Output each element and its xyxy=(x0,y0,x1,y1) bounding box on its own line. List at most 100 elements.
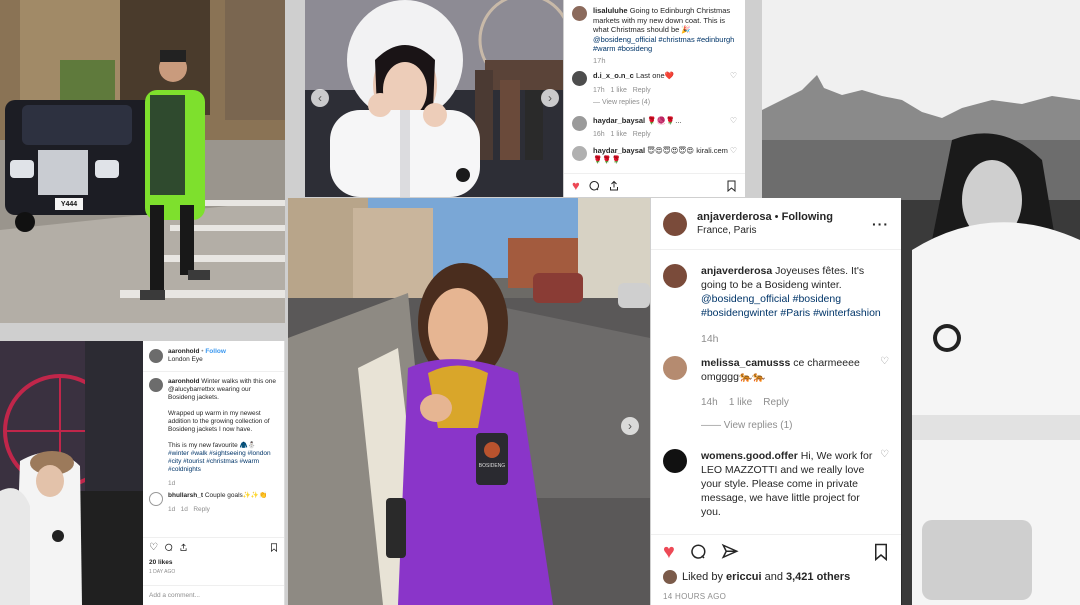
reply-button[interactable]: Reply xyxy=(193,506,210,513)
caption-username[interactable]: anjaverderosa xyxy=(701,265,772,277)
post-c-card: anjaverderosa • Following France, Paris … xyxy=(651,198,901,605)
post-username[interactable]: aaronhold xyxy=(168,348,199,355)
reply-button[interactable]: Reply xyxy=(633,87,651,94)
avatar[interactable] xyxy=(149,349,163,363)
avatar[interactable] xyxy=(663,449,687,473)
action-bar: ♥ xyxy=(651,534,901,568)
comment: d.i_x_o.n_c Last one❤️ 17h 1 like Reply … xyxy=(564,65,745,108)
bookmark-icon[interactable] xyxy=(270,543,278,552)
comment-text: Couple goals✨✨👏 xyxy=(204,492,268,499)
comment-likes[interactable]: 1 like xyxy=(611,131,627,138)
prev-photo-button[interactable]: ‹ xyxy=(311,89,329,107)
comment: melissa_camusss ce charmeeee omgggg🐅🐅 14… xyxy=(651,356,901,433)
jacket-brand-patch: BOSIDENG xyxy=(478,463,506,469)
post-date: 14 HOURS AGO xyxy=(663,592,727,601)
caption-age: 1d xyxy=(168,480,176,487)
caption-age: 17h xyxy=(593,55,606,65)
bookmark-icon[interactable] xyxy=(873,543,889,561)
post-date: 1 DAY AGO xyxy=(149,569,176,575)
post-location[interactable]: London Eye xyxy=(168,356,226,364)
comment-age: 16h xyxy=(593,131,605,138)
comment: haydar_baysal 😇😍😇😍😇😍 kirali.cem 🌹🌹🌹 ♡ xyxy=(564,140,745,165)
liked-by-prefix: Liked by xyxy=(682,571,723,583)
comment-text: Last one❤️ xyxy=(635,71,675,80)
comment-username[interactable]: d.i_x_o.n_c xyxy=(593,71,634,80)
comment-age: 14h xyxy=(701,397,718,408)
avatar[interactable] xyxy=(663,570,677,584)
comment-username[interactable]: haydar_baysal xyxy=(593,146,645,155)
caption-paragraph: Wrapped up warm in my newest addition to… xyxy=(168,410,270,433)
reply-button[interactable]: Reply xyxy=(763,397,789,408)
action-bar: ♥ xyxy=(564,173,745,197)
comment-likes[interactable]: 1d xyxy=(181,506,188,513)
comment-icon[interactable] xyxy=(164,543,173,552)
add-comment-input[interactable]: Add a comment... xyxy=(143,585,284,605)
more-options-icon[interactable]: ··· xyxy=(872,216,889,232)
license-plate: Y444 xyxy=(60,201,78,208)
next-photo-button[interactable]: › xyxy=(621,417,639,435)
caption: aaronhold Winter walks with this one @al… xyxy=(143,372,284,488)
comment-likes[interactable]: 1 like xyxy=(729,397,752,408)
caption-tags[interactable]: @bosideng_official #christmas #edinburgh… xyxy=(593,35,734,54)
post-header: aaronhold • Follow London Eye xyxy=(143,341,284,372)
follow-button[interactable]: Follow xyxy=(205,348,226,355)
liked-by-others[interactable]: 3,421 others xyxy=(786,571,850,583)
comment: womens.good.offer Hi, We work for LEO MA… xyxy=(651,449,901,519)
photo-girl-purple-jacket: BOSIDENG › xyxy=(288,198,650,605)
post-header: anjaverderosa • Following France, Paris … xyxy=(651,198,901,250)
comment: haydar_baysal 🌹🧶🌹... 16h 1 like Reply ♡ xyxy=(564,108,745,140)
share-icon[interactable] xyxy=(179,543,188,552)
avatar[interactable] xyxy=(572,145,587,161)
post-location[interactable]: France, Paris xyxy=(697,224,872,238)
post-b-comments: lisaluluhe Going to Edinburgh Christmas … xyxy=(564,0,745,197)
avatar[interactable] xyxy=(149,492,163,506)
avatar[interactable] xyxy=(572,71,587,86)
comment: bhullarsh_t Couple goals✨✨👏 1d 1d Reply xyxy=(143,488,284,514)
following-button[interactable]: Following xyxy=(782,211,833,223)
comment-like-icon[interactable]: ♡ xyxy=(730,146,737,155)
avatar[interactable] xyxy=(663,264,687,288)
comment-like-icon[interactable]: ♡ xyxy=(880,449,889,519)
likes-count[interactable]: 20 likes xyxy=(149,559,278,566)
caption-age: 14h xyxy=(701,333,719,345)
comment-likes[interactable]: 1 like xyxy=(611,87,627,94)
avatar[interactable] xyxy=(663,356,687,380)
photo-man-green-jacket: Y444 xyxy=(0,0,285,323)
avatar[interactable] xyxy=(149,378,163,392)
view-replies-button[interactable]: View replies (4) xyxy=(602,99,650,106)
comment-username[interactable]: bhullarsh_t xyxy=(168,492,203,499)
comment-text: 🌹🧶🌹... xyxy=(647,115,682,125)
bookmark-icon[interactable] xyxy=(726,180,737,192)
comment-like-icon[interactable]: ♡ xyxy=(880,356,889,433)
heart-filled-icon[interactable]: ♥ xyxy=(572,178,580,193)
photo-girl-white-hood: ‹ › xyxy=(305,0,563,197)
comment-username[interactable]: melissa_camusss xyxy=(701,357,790,369)
heart-filled-icon[interactable]: ♥ xyxy=(663,542,675,562)
avatar[interactable] xyxy=(663,211,687,236)
avatar[interactable] xyxy=(572,115,587,131)
comment-like-icon[interactable]: ♡ xyxy=(730,71,737,80)
comment-icon[interactable] xyxy=(588,180,600,192)
reply-button[interactable]: Reply xyxy=(633,131,651,138)
comment-age: 1d xyxy=(168,506,176,513)
post-username[interactable]: anjaverderosa xyxy=(697,211,772,223)
comment-username[interactable]: haydar_baysal xyxy=(593,116,645,125)
comment-like-icon[interactable]: ♡ xyxy=(730,116,737,125)
share-icon[interactable] xyxy=(721,543,739,561)
caption-tags[interactable]: #winter #walk #sightseeing #london #city… xyxy=(168,450,278,474)
comment-icon[interactable] xyxy=(689,543,707,561)
share-icon[interactable] xyxy=(608,180,620,192)
avatar[interactable] xyxy=(572,6,587,21)
caption: lisaluluhe Going to Edinburgh Christmas … xyxy=(564,0,745,65)
heart-outline-icon[interactable]: ♡ xyxy=(149,542,158,553)
photo-london-eye-couple xyxy=(0,341,143,605)
liked-by-user[interactable]: ericcui xyxy=(726,571,761,583)
next-photo-button[interactable]: › xyxy=(541,89,559,107)
liked-by: Liked by ericcui and 3,421 others xyxy=(663,570,850,584)
liked-by-and: and xyxy=(764,571,783,583)
caption-username[interactable]: aaronhold xyxy=(168,378,199,385)
caption-tags[interactable]: @bosideng_official #bosideng #bosidengwi… xyxy=(701,293,881,319)
caption-username[interactable]: lisaluluhe xyxy=(593,6,628,15)
comment-username[interactable]: womens.good.offer xyxy=(701,450,798,462)
view-replies-button[interactable]: View replies (1) xyxy=(724,420,793,431)
